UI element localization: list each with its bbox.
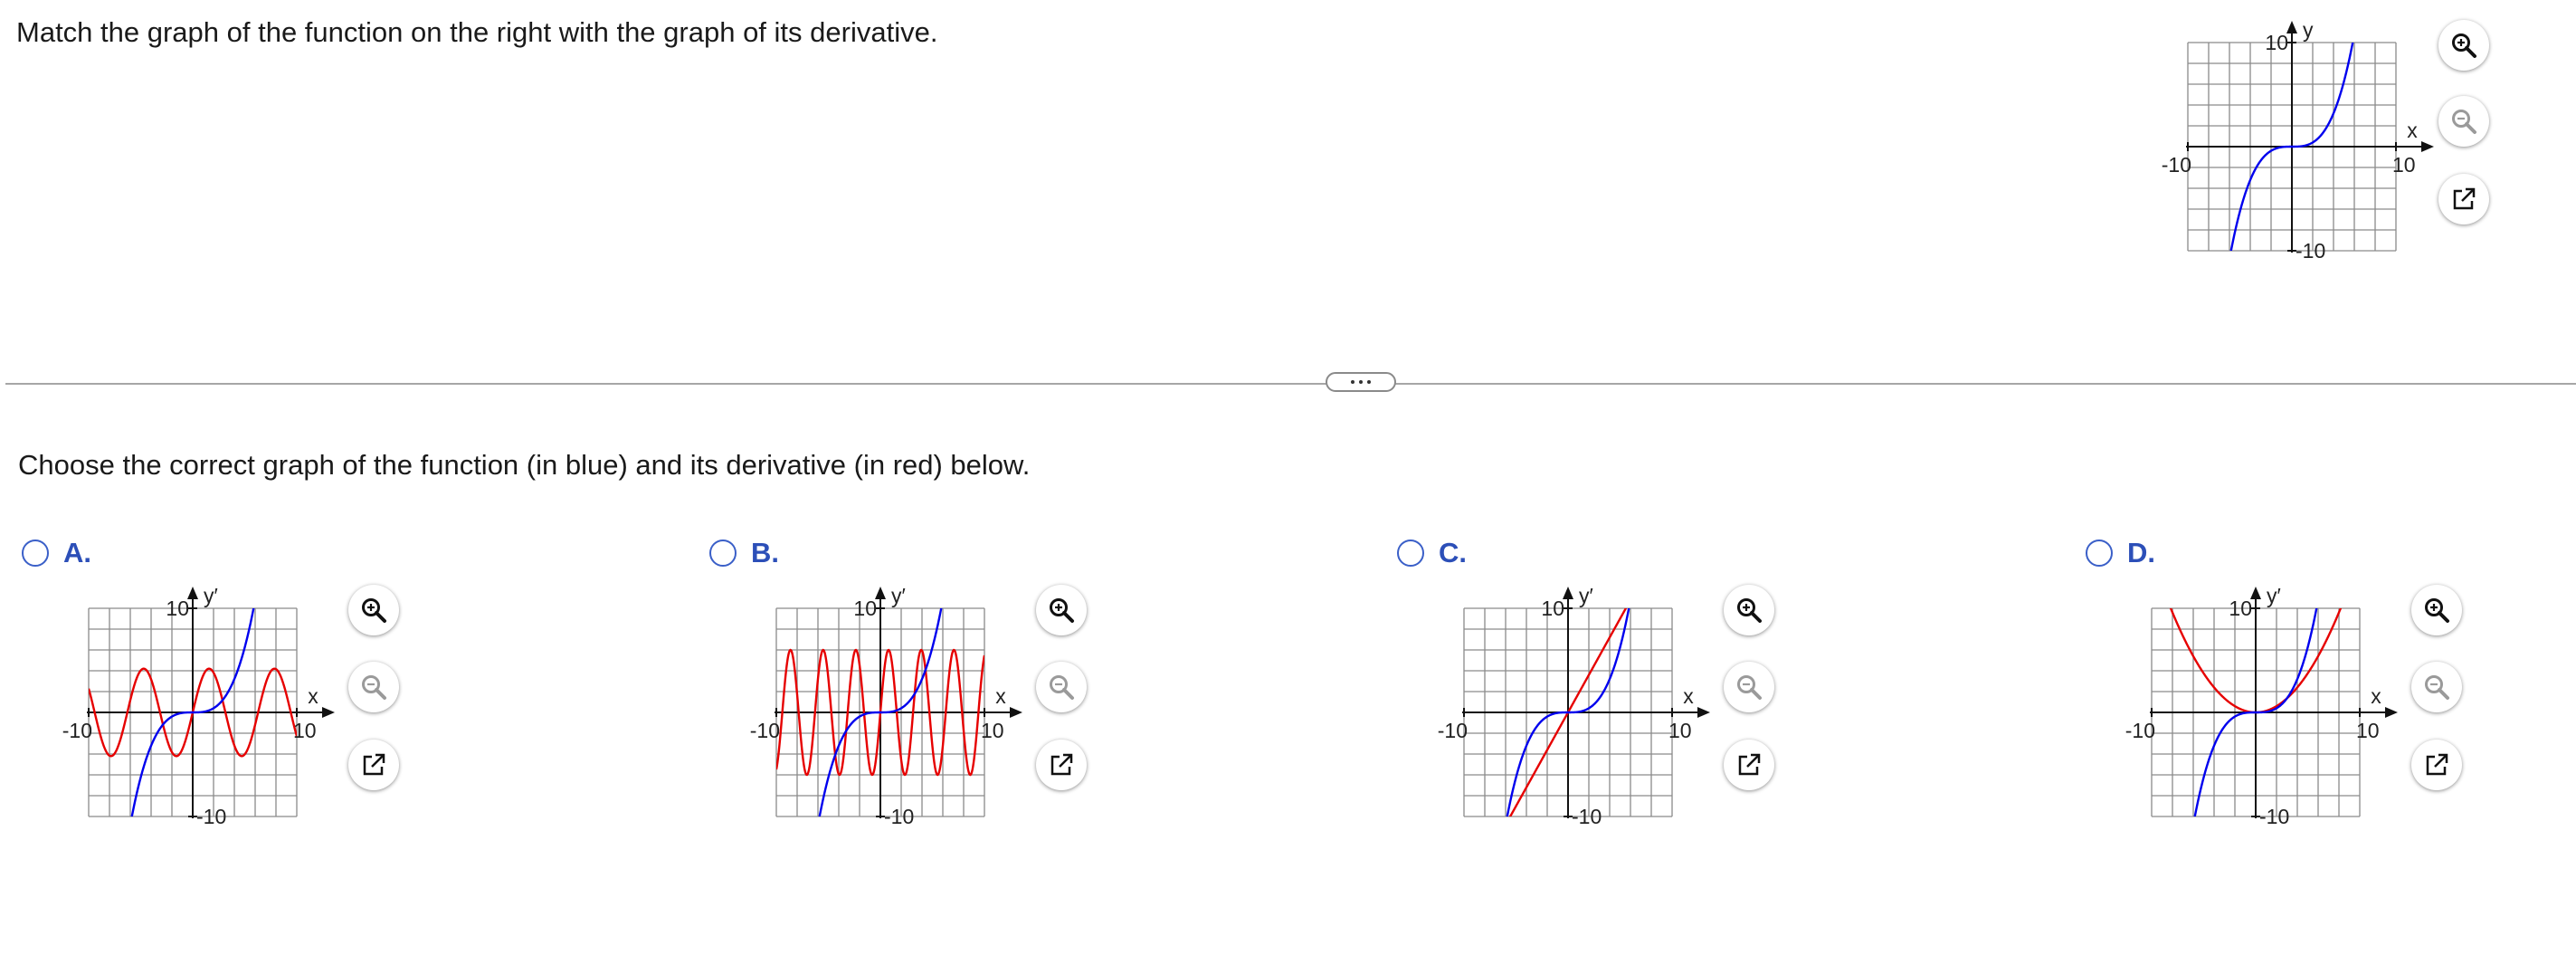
x-axis-label: x [2371,684,2381,708]
x-axis-label: x [308,684,318,708]
option-b-radio[interactable] [709,540,737,567]
question-prompt: Match the graph of the function on the r… [16,16,938,48]
zoom-in-icon [362,598,386,623]
tick-label-x-max: 10 [981,719,1004,742]
zoom-out-icon [2425,675,2449,700]
graph-canvas: y′ x 10 -10 -10 10 [2125,584,2398,828]
option-b-letter[interactable]: B. [751,537,779,569]
option-c-graph: y′ x 10 -10 -10 10 [1430,584,1737,846]
external-link-icon [2426,753,2448,776]
zoom-out-button[interactable] [2438,96,2489,147]
option-c-radio[interactable] [1397,540,1424,567]
option-b-zoom-out-button[interactable] [1036,662,1087,712]
ellipsis-dot [1367,380,1371,384]
external-link-icon [2453,187,2476,210]
x-axis-label: x [995,684,1006,708]
tick-label-y-max: 10 [853,597,877,620]
tick-label-y-min: -10 [884,805,914,828]
tick-label-x-max: 10 [2392,153,2416,177]
tick-label-y-max: 10 [2265,31,2288,54]
ellipsis-dot [1359,380,1363,384]
option-a-open-window-button[interactable] [348,740,399,790]
option-c-zoom-out-button[interactable] [1724,662,1774,712]
tick-label-x-min: -10 [2162,153,2191,177]
tick-label-y-min: -10 [196,805,226,828]
tick-label-y-max: 10 [2229,597,2252,620]
graph-canvas: y′ x 10 -10 -10 10 [62,584,335,828]
y-axis-label: y [2303,18,2314,42]
x-axis-arrow [2421,141,2434,152]
x-axis-arrow [2385,707,2398,718]
open-graph-window-button[interactable] [2438,174,2489,224]
tick-label-x-min: -10 [1438,719,1468,742]
option-a-zoom-in-button[interactable] [348,585,399,635]
zoom-in-icon [1050,598,1074,623]
zoom-out-icon [1050,675,1074,700]
option-b-graph: y′ x 10 -10 -10 10 [742,584,1050,846]
y-axis-label: y′ [204,584,218,607]
option-d-letter[interactable]: D. [2127,537,2155,569]
section-divider [5,383,2576,385]
option-c-letter[interactable]: C. [1439,537,1467,569]
x-axis-label: x [1683,684,1694,708]
zoom-in-button[interactable] [2438,20,2489,71]
tick-label-x-min: -10 [62,719,92,742]
x-axis-label: x [2407,119,2418,142]
tick-label-x-max: 10 [2356,719,2380,742]
zoom-in-icon [1737,598,1762,623]
zoom-out-icon [362,675,386,700]
external-link-icon [1738,753,1761,776]
option-d-zoom-out-button[interactable] [2411,662,2462,712]
tick-label-y-max: 10 [1541,597,1564,620]
option-d-radio[interactable] [2086,540,2113,567]
graph-canvas: y′ x 10 -10 -10 10 [1438,584,1710,828]
option-a-letter[interactable]: A. [63,537,91,569]
graph-canvas: y′ x 10 -10 -10 10 [750,584,1022,828]
external-link-icon [1050,753,1073,776]
y-axis-label: y′ [2267,584,2281,607]
zoom-in-icon [2425,598,2449,623]
option-c-zoom-in-button[interactable] [1724,585,1774,635]
given-function-graph: y x 10 -10 -10 10 [2153,18,2461,281]
option-d-graph: y′ x 10 -10 -10 10 [2117,584,2425,846]
ellipsis-icon [1351,380,1355,384]
option-a-zoom-out-button[interactable] [348,662,399,712]
y-axis-label: y′ [1579,584,1593,607]
option-b-zoom-in-button[interactable] [1036,585,1087,635]
graph-canvas: y x 10 -10 -10 10 [2162,18,2434,263]
tick-label-x-max: 10 [1668,719,1692,742]
tick-label-x-max: 10 [293,719,317,742]
divider-handle[interactable] [1326,372,1396,392]
option-d-open-window-button[interactable] [2411,740,2462,790]
option-d-zoom-in-button[interactable] [2411,585,2462,635]
zoom-out-icon [1737,675,1762,700]
y-axis-label: y′ [891,584,906,607]
x-axis-arrow [1010,707,1022,718]
option-a-graph: y′ x 10 -10 -10 10 [54,584,362,846]
external-link-icon [363,753,385,776]
tick-label-x-min: -10 [2125,719,2155,742]
tick-label-y-min: -10 [2296,239,2325,263]
tick-label-y-min: -10 [1572,805,1602,828]
tick-label-y-min: -10 [2259,805,2289,828]
tick-label-x-min: -10 [750,719,780,742]
option-c-open-window-button[interactable] [1724,740,1774,790]
x-axis-arrow [1697,707,1710,718]
x-axis-arrow [322,707,335,718]
zoom-out-icon [2452,110,2476,134]
tick-label-y-max: 10 [166,597,189,620]
answer-instruction: Choose the correct graph of the function… [18,449,1031,481]
zoom-in-icon [2452,33,2476,58]
option-b-open-window-button[interactable] [1036,740,1087,790]
option-a-radio[interactable] [22,540,49,567]
